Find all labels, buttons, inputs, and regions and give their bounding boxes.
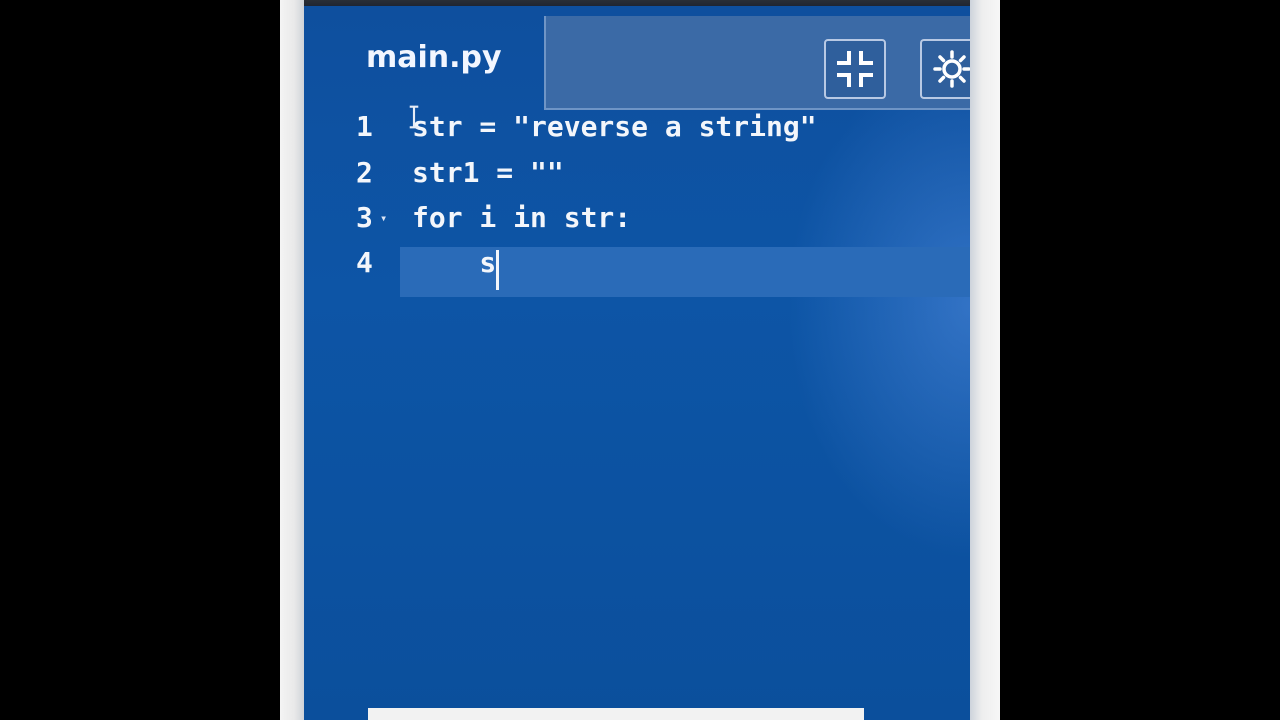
- bottom-light-strip: [368, 708, 864, 720]
- monitor-bezel-right: [970, 0, 1000, 720]
- code-text[interactable]: str = "reverse a string": [412, 110, 817, 143]
- tab-main-py[interactable]: main.py: [304, 6, 544, 118]
- line-number: 4: [356, 246, 373, 279]
- line-number: 3: [356, 201, 373, 234]
- theme-toggle-button[interactable]: [920, 39, 970, 99]
- fold-toggle-icon[interactable]: ▾: [380, 211, 387, 225]
- minimize-icon: [837, 51, 873, 87]
- ibeam-cursor-icon: [409, 105, 419, 129]
- code-line-1[interactable]: 1 str = "reverse a string": [304, 110, 970, 154]
- line-number: 1: [356, 110, 373, 143]
- theme-toggle-icon: [933, 50, 970, 88]
- editor-tab-bar: main.py: [304, 6, 970, 118]
- tab-bar-empty-area: [544, 16, 970, 110]
- code-text[interactable]: for i in str:: [412, 201, 631, 234]
- code-line-3[interactable]: 3 ▾ for i in str:: [304, 201, 970, 245]
- line-number: 2: [356, 156, 373, 189]
- text-cursor: [496, 250, 499, 290]
- code-line-4[interactable]: 4 s: [304, 246, 970, 290]
- tab-label: main.py: [366, 40, 502, 75]
- minimize-button[interactable]: [824, 39, 886, 99]
- code-text[interactable]: str1 = "": [412, 156, 564, 189]
- code-line-2[interactable]: 2 str1 = "": [304, 156, 970, 200]
- code-editor-screen: main.py 1 str = "reverse a string" 2 str…: [304, 6, 970, 720]
- code-text[interactable]: s: [412, 246, 496, 279]
- monitor-bezel-left: [280, 0, 304, 720]
